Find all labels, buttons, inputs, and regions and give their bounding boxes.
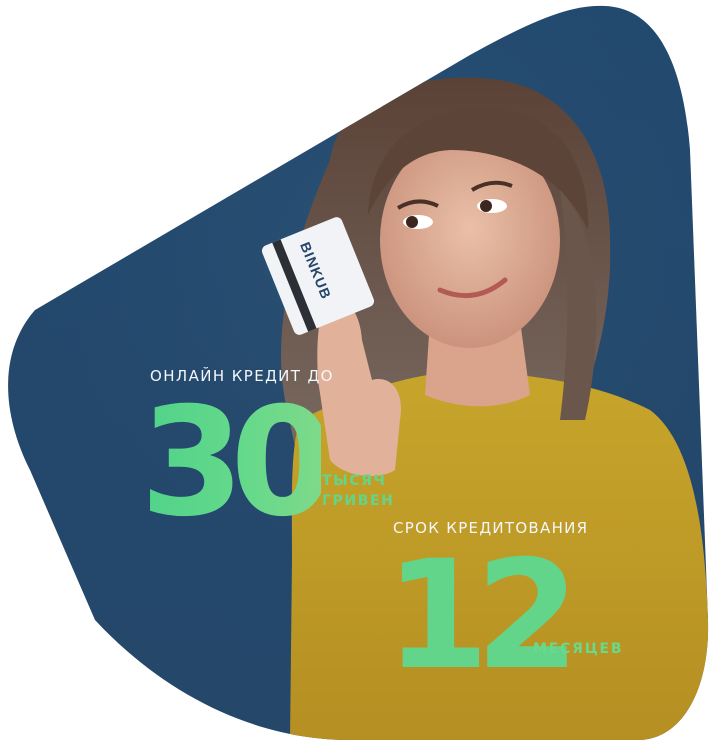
- term-value: 12: [385, 529, 580, 703]
- promo-banner-shape: BINKUB: [8, 5, 709, 741]
- amount-unit-line1: ТЫСЯЧ: [322, 473, 387, 489]
- amount-value: 30: [140, 376, 335, 550]
- amount-unit-line2: ГРИВЕН: [322, 493, 395, 509]
- term-unit: МЕСЯЦЕВ: [533, 641, 624, 657]
